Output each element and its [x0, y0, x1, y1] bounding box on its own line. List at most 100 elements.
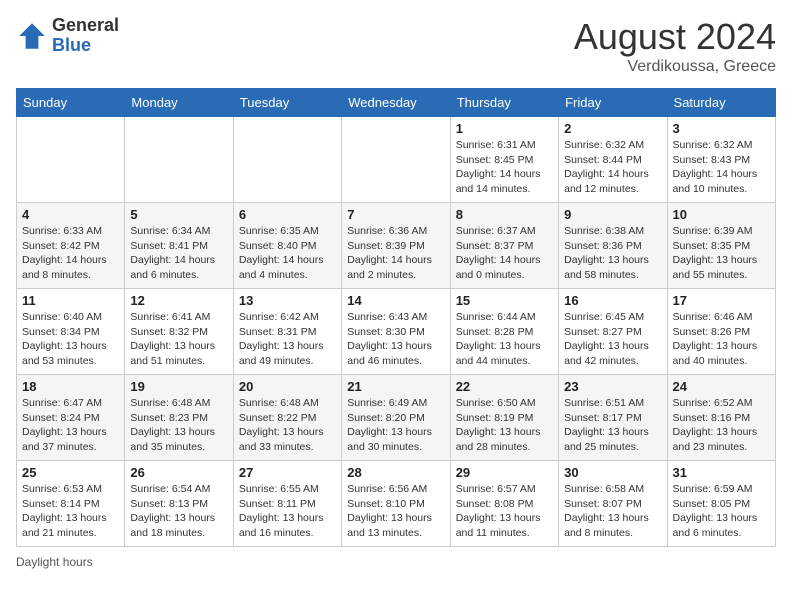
logo-text: General Blue — [52, 16, 119, 56]
calendar-week-5: 25 Sunrise: 6:53 AMSunset: 8:14 PMDayligh… — [17, 461, 776, 547]
day-number: 20 — [239, 379, 336, 394]
day-number: 9 — [564, 207, 661, 222]
logo-general-text: General — [52, 16, 119, 36]
day-info: Sunrise: 6:34 AMSunset: 8:41 PMDaylight:… — [130, 224, 227, 283]
day-number: 3 — [673, 121, 770, 136]
weekday-header-row: SundayMondayTuesdayWednesdayThursdayFrid… — [17, 89, 776, 117]
calendar-cell: 25 Sunrise: 6:53 AMSunset: 8:14 PMDayligh… — [17, 461, 125, 547]
day-info: Sunrise: 6:53 AMSunset: 8:14 PMDaylight:… — [22, 482, 119, 541]
calendar-cell: 1 Sunrise: 6:31 AMSunset: 8:45 PMDaylight… — [450, 117, 558, 203]
weekday-sunday: Sunday — [17, 89, 125, 117]
calendar-cell: 31Sunrise: 6:59 AMSunset: 8:05 PMDayligh… — [667, 461, 775, 547]
calendar-cell: 22 Sunrise: 6:50 AMSunset: 8:19 PMDayligh… — [450, 375, 558, 461]
weekday-saturday: Saturday — [667, 89, 775, 117]
day-info: Sunrise: 6:33 AMSunset: 8:42 PMDaylight:… — [22, 224, 119, 283]
calendar-cell: 28 Sunrise: 6:56 AMSunset: 8:10 PMDayligh… — [342, 461, 450, 547]
calendar-cell: 20Sunrise: 6:48 AMSunset: 8:22 PMDayligh… — [233, 375, 341, 461]
day-info: Sunrise: 6:54 AMSunset: 8:13 PMDaylight:… — [130, 482, 227, 541]
day-info: Sunrise: 6:59 AMSunset: 8:05 PMDaylight:… — [673, 482, 770, 541]
day-info: Sunrise: 6:56 AMSunset: 8:10 PMDaylight:… — [347, 482, 444, 541]
day-number: 17 — [673, 293, 770, 308]
calendar-week-2: 4 Sunrise: 6:33 AMSunset: 8:42 PMDaylight… — [17, 203, 776, 289]
day-info: Sunrise: 6:48 AMSunset: 8:23 PMDaylight:… — [130, 396, 227, 455]
calendar-cell: 7 Sunrise: 6:36 AMSunset: 8:39 PMDaylight… — [342, 203, 450, 289]
day-number: 23 — [564, 379, 661, 394]
day-info: Sunrise: 6:32 AMSunset: 8:43 PMDaylight:… — [673, 138, 770, 197]
day-info: Sunrise: 6:36 AMSunset: 8:39 PMDaylight:… — [347, 224, 444, 283]
day-info: Sunrise: 6:35 AMSunset: 8:40 PMDaylight:… — [239, 224, 336, 283]
day-info: Sunrise: 6:40 AMSunset: 8:34 PMDaylight:… — [22, 310, 119, 369]
day-number: 19 — [130, 379, 227, 394]
logo-icon — [16, 20, 48, 52]
calendar-cell: 4 Sunrise: 6:33 AMSunset: 8:42 PMDaylight… — [17, 203, 125, 289]
calendar-cell — [233, 117, 341, 203]
day-number: 16 — [564, 293, 661, 308]
calendar-cell: 11 Sunrise: 6:40 AMSunset: 8:34 PMDayligh… — [17, 289, 125, 375]
day-info: Sunrise: 6:50 AMSunset: 8:19 PMDaylight:… — [456, 396, 553, 455]
day-number: 13 — [239, 293, 336, 308]
day-info: Sunrise: 6:32 AMSunset: 8:44 PMDaylight:… — [564, 138, 661, 197]
day-info: Sunrise: 6:37 AMSunset: 8:37 PMDaylight:… — [456, 224, 553, 283]
weekday-tuesday: Tuesday — [233, 89, 341, 117]
day-number: 2 — [564, 121, 661, 136]
day-number: 24 — [673, 379, 770, 394]
day-number: 29 — [456, 465, 553, 480]
day-number: 27 — [239, 465, 336, 480]
footer-note: Daylight hours — [16, 555, 776, 569]
day-info: Sunrise: 6:38 AMSunset: 8:36 PMDaylight:… — [564, 224, 661, 283]
calendar-cell: 23 Sunrise: 6:51 AMSunset: 8:17 PMDayligh… — [559, 375, 667, 461]
day-number: 15 — [456, 293, 553, 308]
weekday-wednesday: Wednesday — [342, 89, 450, 117]
weekday-thursday: Thursday — [450, 89, 558, 117]
day-number: 7 — [347, 207, 444, 222]
day-info: Sunrise: 6:57 AMSunset: 8:08 PMDaylight:… — [456, 482, 553, 541]
logo-blue-text: Blue — [52, 36, 119, 56]
day-info: Sunrise: 6:31 AMSunset: 8:45 PMDaylight:… — [456, 138, 553, 197]
day-info: Sunrise: 6:39 AMSunset: 8:35 PMDaylight:… — [673, 224, 770, 283]
day-number: 28 — [347, 465, 444, 480]
calendar-cell: 18 Sunrise: 6:47 AMSunset: 8:24 PMDayligh… — [17, 375, 125, 461]
day-info: Sunrise: 6:55 AMSunset: 8:11 PMDaylight:… — [239, 482, 336, 541]
day-number: 18 — [22, 379, 119, 394]
calendar-cell: 5Sunrise: 6:34 AMSunset: 8:41 PMDaylight… — [125, 203, 233, 289]
calendar-cell — [17, 117, 125, 203]
day-info: Sunrise: 6:42 AMSunset: 8:31 PMDaylight:… — [239, 310, 336, 369]
day-number: 22 — [456, 379, 553, 394]
day-info: Sunrise: 6:43 AMSunset: 8:30 PMDaylight:… — [347, 310, 444, 369]
day-number: 6 — [239, 207, 336, 222]
day-number: 8 — [456, 207, 553, 222]
calendar-cell: 6 Sunrise: 6:35 AMSunset: 8:40 PMDaylight… — [233, 203, 341, 289]
day-number: 21 — [347, 379, 444, 394]
calendar-cell: 16Sunrise: 6:45 AMSunset: 8:27 PMDayligh… — [559, 289, 667, 375]
calendar-table: SundayMondayTuesdayWednesdayThursdayFrid… — [16, 88, 776, 547]
weekday-monday: Monday — [125, 89, 233, 117]
day-number: 12 — [130, 293, 227, 308]
calendar-cell: 2 Sunrise: 6:32 AMSunset: 8:44 PMDaylight… — [559, 117, 667, 203]
day-number: 26 — [130, 465, 227, 480]
day-number: 4 — [22, 207, 119, 222]
day-info: Sunrise: 6:52 AMSunset: 8:16 PMDaylight:… — [673, 396, 770, 455]
calendar-cell: 3 Sunrise: 6:32 AMSunset: 8:43 PMDaylight… — [667, 117, 775, 203]
calendar-cell: 9 Sunrise: 6:38 AMSunset: 8:36 PMDaylight… — [559, 203, 667, 289]
calendar-cell: 24 Sunrise: 6:52 AMSunset: 8:16 PMDayligh… — [667, 375, 775, 461]
day-number: 25 — [22, 465, 119, 480]
day-info: Sunrise: 6:47 AMSunset: 8:24 PMDaylight:… — [22, 396, 119, 455]
location-title: Verdikoussa, Greece — [574, 58, 776, 76]
calendar-cell: 14Sunrise: 6:43 AMSunset: 8:30 PMDayligh… — [342, 289, 450, 375]
day-info: Sunrise: 6:44 AMSunset: 8:28 PMDaylight:… — [456, 310, 553, 369]
calendar-cell: 10 Sunrise: 6:39 AMSunset: 8:35 PMDayligh… — [667, 203, 775, 289]
calendar-cell: 30Sunrise: 6:58 AMSunset: 8:07 PMDayligh… — [559, 461, 667, 547]
calendar-week-1: 1 Sunrise: 6:31 AMSunset: 8:45 PMDaylight… — [17, 117, 776, 203]
month-title: August 2024 — [574, 16, 776, 58]
weekday-friday: Friday — [559, 89, 667, 117]
calendar-cell: 13 Sunrise: 6:42 AMSunset: 8:31 PMDayligh… — [233, 289, 341, 375]
day-number: 10 — [673, 207, 770, 222]
day-number: 11 — [22, 293, 119, 308]
calendar-cell: 27 Sunrise: 6:55 AMSunset: 8:11 PMDayligh… — [233, 461, 341, 547]
title-block: August 2024 Verdikoussa, Greece — [574, 16, 776, 76]
day-info: Sunrise: 6:51 AMSunset: 8:17 PMDaylight:… — [564, 396, 661, 455]
day-info: Sunrise: 6:46 AMSunset: 8:26 PMDaylight:… — [673, 310, 770, 369]
day-number: 1 — [456, 121, 553, 136]
calendar-week-4: 18 Sunrise: 6:47 AMSunset: 8:24 PMDayligh… — [17, 375, 776, 461]
calendar-cell: 17 Sunrise: 6:46 AMSunset: 8:26 PMDayligh… — [667, 289, 775, 375]
